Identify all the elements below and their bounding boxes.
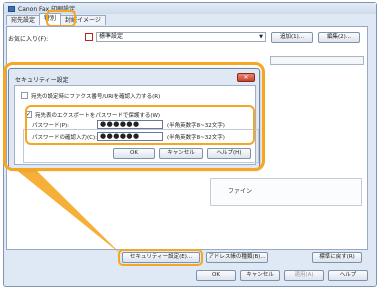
cancel-button[interactable]: キャンセル — [240, 270, 280, 281]
apply-button[interactable]: 適用(A) — [284, 270, 324, 281]
restore-defaults-button[interactable]: 標準に戻す(R) — [312, 252, 362, 263]
security-button-highlight — [118, 249, 203, 266]
ok-button[interactable]: OK — [196, 270, 236, 281]
export-highlight — [25, 105, 255, 145]
help-button[interactable]: ヘルプ — [328, 270, 368, 281]
address-book-type-button[interactable]: アドレス帳の種類(B)... — [206, 252, 268, 263]
